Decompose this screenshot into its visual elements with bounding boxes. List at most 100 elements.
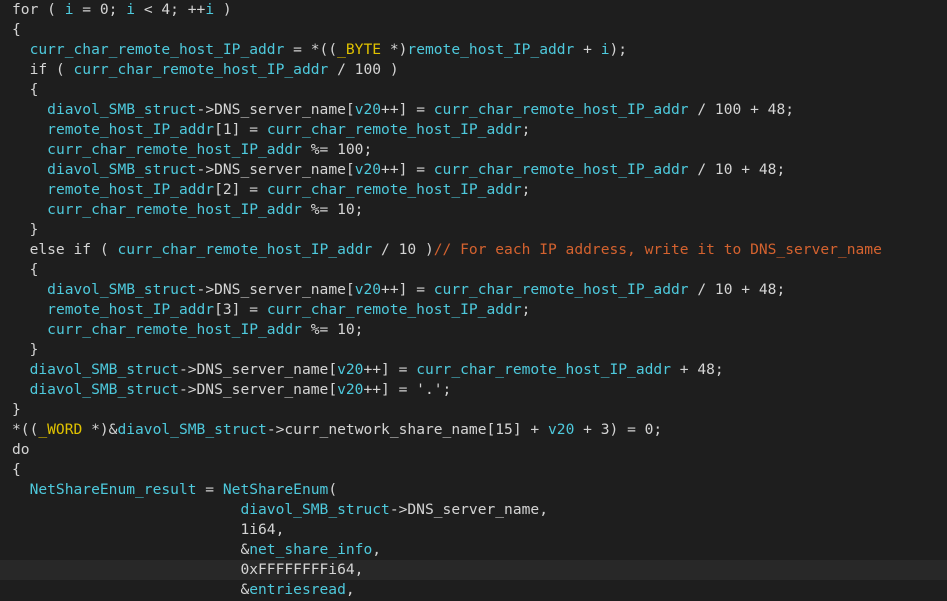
code-identifier: i [126, 1, 136, 18]
code-line[interactable]: NetShareEnum_result = NetShareEnum( [0, 480, 947, 500]
code-identifier: curr_char_remote_host_IP_addr [433, 281, 689, 298]
code-text: ( [328, 481, 338, 498]
code-identifier: i [600, 41, 610, 58]
code-identifier: v20 [354, 101, 382, 118]
code-identifier: entriesread [249, 581, 346, 598]
code-identifier: v20 [354, 281, 382, 298]
code-text: do [12, 441, 30, 458]
code-identifier: curr_char_remote_host_IP_addr [117, 241, 373, 258]
code-text: / 100 + 48; [688, 101, 795, 118]
code-line[interactable]: curr_char_remote_host_IP_addr = *((_BYTE… [0, 40, 947, 60]
code-editor[interactable]: for ( i = 0; i < 4; ++i ){ curr_char_rem… [0, 0, 947, 601]
code-text: { [12, 81, 39, 98]
code-type-keyword: _BYTE [337, 41, 382, 58]
code-text: = 0; [73, 1, 127, 18]
code-line[interactable]: } [0, 220, 947, 240]
code-text: %= 10; [301, 321, 364, 338]
code-line[interactable]: remote_host_IP_addr[2] = curr_char_remot… [0, 180, 947, 200]
code-text: = *(( [284, 41, 338, 58]
code-type-keyword: _WORD [38, 421, 83, 438]
code-text: ->curr_network_share_name[15] + [266, 421, 548, 438]
code-text: for ( [12, 1, 65, 18]
code-line[interactable]: else if ( curr_char_remote_host_IP_addr … [0, 240, 947, 260]
code-text: [1] = [214, 121, 267, 138]
code-line[interactable]: } [0, 340, 947, 360]
code-line[interactable]: { [0, 20, 947, 40]
code-line[interactable]: *((_WORD *)&diavol_SMB_struct->curr_netw… [0, 420, 947, 440]
code-text: + 3) = 0; [574, 421, 663, 438]
code-line[interactable]: } [0, 400, 947, 420]
code-line[interactable]: diavol_SMB_struct->DNS_server_name, [0, 500, 947, 520]
code-line[interactable]: diavol_SMB_struct->DNS_server_name[v20++… [0, 100, 947, 120]
code-text: + [574, 41, 601, 58]
code-identifier: curr_char_remote_host_IP_addr [29, 41, 285, 58]
code-text: / 10 ) [372, 241, 434, 258]
code-identifier: diavol_SMB_struct [47, 281, 197, 298]
code-line[interactable]: &entriesread, [0, 580, 947, 600]
code-identifier: remote_host_IP_addr [47, 301, 215, 318]
code-text: ++] = [381, 101, 434, 118]
code-text: ->DNS_server_name[ [196, 281, 355, 298]
code-identifier: diavol_SMB_struct [29, 361, 179, 378]
code-text: / 100 ) [328, 61, 399, 78]
code-line[interactable]: { [0, 460, 947, 480]
code-line[interactable]: remote_host_IP_addr[3] = curr_char_remot… [0, 300, 947, 320]
code-text: { [12, 461, 21, 478]
code-line[interactable]: diavol_SMB_struct->DNS_server_name[v20++… [0, 160, 947, 180]
code-identifier: diavol_SMB_struct [29, 381, 179, 398]
code-text: / 10 + 48; [688, 161, 786, 178]
code-line[interactable]: diavol_SMB_struct->DNS_server_name[v20++… [0, 380, 947, 400]
code-identifier: NetShareEnum_result [29, 481, 197, 498]
code-line[interactable]: diavol_SMB_struct->DNS_server_name[v20++… [0, 280, 947, 300]
code-text: < 4; ++ [135, 1, 206, 18]
code-line[interactable]: do [0, 440, 947, 460]
code-identifier: i [205, 1, 215, 18]
code-identifier: diavol_SMB_struct [47, 101, 197, 118]
code-identifier: curr_char_remote_host_IP_addr [47, 201, 302, 218]
code-text: { [12, 21, 21, 38]
code-text: ; [521, 181, 531, 198]
code-text: *(( [12, 421, 39, 438]
code-line[interactable]: if ( curr_char_remote_host_IP_addr / 100… [0, 60, 947, 80]
code-line[interactable]: remote_host_IP_addr[1] = curr_char_remot… [0, 120, 947, 140]
code-text: ->DNS_server_name[ [178, 381, 338, 398]
code-identifier: v20 [354, 161, 382, 178]
code-text: , [372, 541, 382, 558]
code-line[interactable]: 1i64, [0, 520, 947, 540]
code-text: & [12, 541, 250, 558]
code-identifier: diavol_SMB_struct [240, 501, 390, 518]
code-text: *) [381, 41, 408, 58]
code-text: 0xFFFFFFFFi64, [12, 561, 364, 578]
code-line[interactable]: for ( i = 0; i < 4; ++i ) [0, 0, 947, 20]
code-line[interactable]: 0xFFFFFFFFi64, [0, 560, 947, 580]
code-line[interactable]: curr_char_remote_host_IP_addr %= 100; [0, 140, 947, 160]
code-line[interactable]: { [0, 80, 947, 100]
code-identifier: curr_char_remote_host_IP_addr [73, 61, 329, 78]
code-identifier: i [64, 1, 74, 18]
code-text: ->DNS_server_name[ [196, 161, 355, 178]
code-identifier: curr_char_remote_host_IP_addr [266, 301, 522, 318]
code-text: / 10 + 48; [688, 281, 786, 298]
code-text: else if ( [12, 241, 118, 258]
code-line[interactable]: &net_share_info, [0, 540, 947, 560]
code-text: { [12, 261, 39, 278]
code-line[interactable]: { [0, 260, 947, 280]
code-line[interactable]: diavol_SMB_struct->DNS_server_name[v20++… [0, 360, 947, 380]
code-line[interactable]: curr_char_remote_host_IP_addr %= 10; [0, 320, 947, 340]
code-comment: // For each IP address, write it to DNS_… [433, 241, 882, 258]
code-text: *)& [82, 421, 118, 438]
code-identifier: remote_host_IP_addr [47, 121, 215, 138]
code-identifier: v20 [548, 421, 575, 438]
code-line[interactable]: curr_char_remote_host_IP_addr %= 10; [0, 200, 947, 220]
code-text: %= 100; [301, 141, 373, 158]
